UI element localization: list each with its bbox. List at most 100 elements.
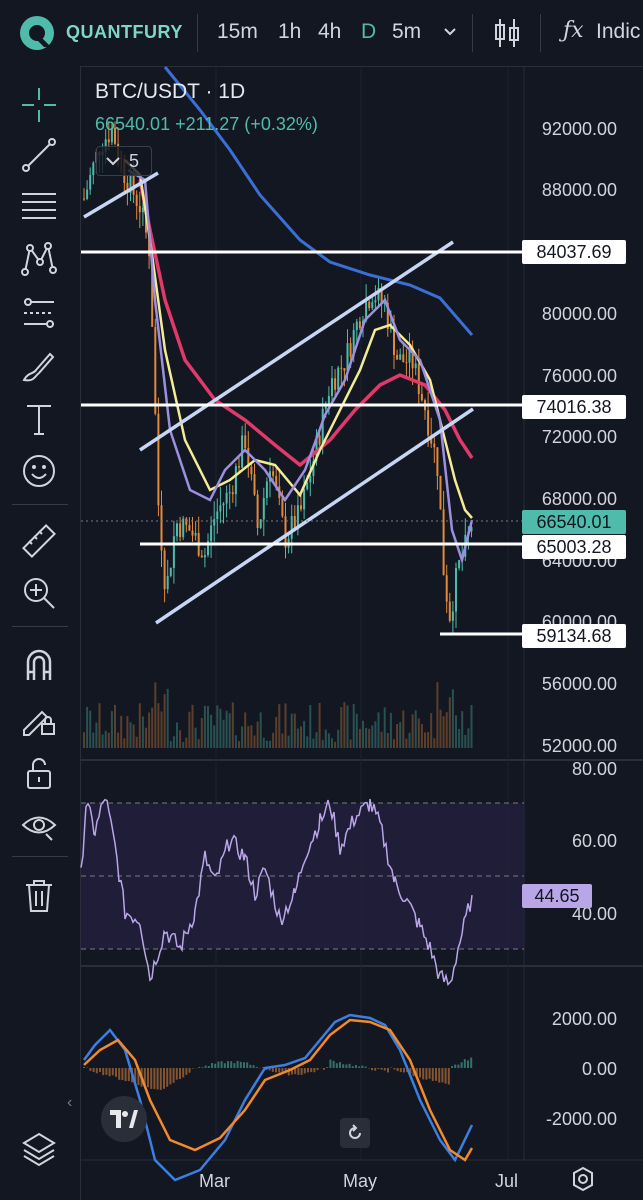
macd-histogram-bar [377,1068,380,1069]
macd-histogram-bar [463,1059,466,1068]
volume-bar [287,735,290,748]
macd-histogram-bar [396,1068,399,1072]
candle-body [318,435,321,445]
volume-bar [321,739,324,748]
macd-histogram-bar [185,1068,188,1075]
volume-bar [89,710,92,748]
macd-axis-label: 0.00 [581,1059,617,1079]
candle-body [343,368,346,371]
rsi-value-label: 44.65 [522,884,592,908]
candle-body [234,466,237,495]
macd-histogram-bar [147,1068,149,1088]
candle-body [154,326,157,414]
volume-bar [179,730,182,748]
volume-bar [272,732,275,748]
macd-histogram-bar [332,1060,335,1068]
volume-bar [197,739,200,748]
price-axis-label: 80000.00 [541,304,617,324]
macd-histogram-bar [124,1068,127,1082]
volume-bar [123,738,126,748]
macd-histogram-bar [451,1066,453,1068]
volume-bar [293,713,296,748]
candle-body [355,321,358,331]
volume-bar [402,710,405,748]
macd-histogram-bar [108,1068,111,1077]
macd-histogram-bar [191,1068,194,1069]
level-label-59134[interactable]: 59134.68 [522,624,626,648]
level-label-74016[interactable]: 74016.38 [522,395,626,419]
candle-body [340,367,343,369]
volume-bar [427,732,430,748]
time-axis-label: Jul [495,1171,519,1191]
macd-histogram-bar [428,1068,431,1079]
symbol-title[interactable]: BTC/USDT · 1D [95,80,245,104]
volume-bar [349,739,352,748]
current-price-label: 66540.01 [522,510,626,534]
volume-bar [247,726,250,748]
volume-bar [120,715,123,748]
volume-bar [228,713,231,748]
candle-body [358,321,361,329]
settings-gear-icon[interactable] [570,1166,596,1192]
volume-bar [284,703,287,748]
volume-bar [95,722,98,748]
candle-body [135,194,138,206]
volume-bar [467,728,470,748]
volume-bar [393,739,395,748]
candle-body [371,302,374,309]
candle-body [179,523,182,538]
volume-bar [300,726,302,748]
volume-bar [399,722,402,748]
candle-body [448,601,451,621]
volume-bar [132,724,135,748]
candle-body [396,354,399,360]
volume-bar [92,732,95,748]
volume-bar [358,728,361,748]
macd-histogram-bar [444,1068,447,1084]
macd-histogram-bar [249,1064,252,1068]
candle-body [219,505,222,512]
volume-bar [169,741,172,748]
reset-chart-icon[interactable] [340,1118,370,1148]
macd-histogram-bar [457,1064,460,1068]
candle-body [281,498,284,517]
volume-bar [461,711,464,748]
candle-body [92,162,95,176]
candle-body [433,443,436,448]
volume-bar [346,705,349,748]
macd-histogram-bar [118,1068,121,1080]
volume-bar [98,703,101,748]
volume-bar [107,732,110,748]
volume-bar [436,682,439,748]
macd-line [82,1013,474,1182]
rsi-axis-label: 60.00 [571,831,617,851]
macd-histogram-bar [393,1068,396,1070]
candle-body [238,466,240,468]
level-label-65003[interactable]: 65003.28 [522,535,626,559]
candle-body [225,492,228,504]
macd-histogram-bar [198,1066,201,1068]
price-axis-label: 92000.00 [541,119,617,139]
price-lines-toggle[interactable]: 5 [96,146,152,176]
volume-bar [365,727,368,748]
macd-histogram-bar [204,1065,207,1068]
volume-bar [380,731,383,748]
macd-histogram-bar [313,1068,316,1073]
volume-bar [430,713,433,748]
tradingview-logo-icon[interactable] [101,1096,147,1142]
volume-bar [126,716,129,748]
candle-body [231,492,234,495]
level-label-84037[interactable]: 84037.69 [522,240,626,264]
volume-bar [470,705,473,748]
signal-line [83,1018,474,1162]
volume-bar [374,721,377,748]
macd-histogram-bar [227,1061,229,1068]
collapse-panel-icon[interactable]: ‹ [67,1094,72,1112]
macd-histogram-bar [105,1068,108,1075]
macd-histogram-bar [441,1068,444,1083]
volume-bar [135,736,138,748]
candle-body [253,474,256,495]
volume-bar [157,703,160,748]
macd-histogram-bar [92,1068,95,1073]
macd-histogram-bar [425,1068,428,1080]
